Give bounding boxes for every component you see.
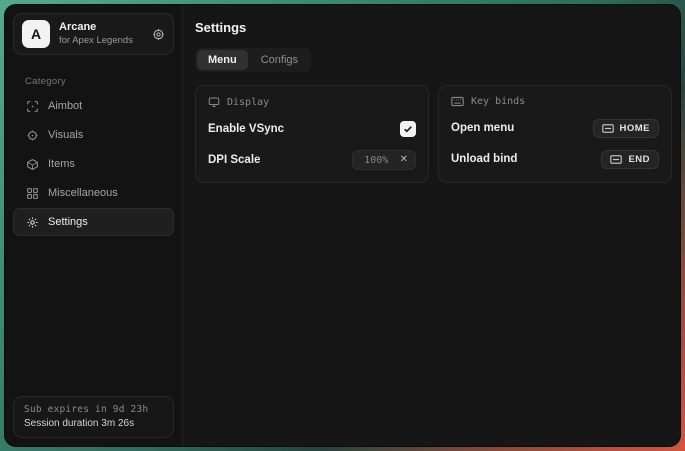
display-card-title: Display [227, 97, 269, 108]
gear-icon [26, 216, 39, 229]
sidebar-item-aimbot[interactable]: Aimbot [13, 92, 174, 120]
vsync-checkbox[interactable] [400, 121, 416, 137]
sidebar-item-label: Miscellaneous [48, 187, 118, 199]
setting-label: Open menu [451, 122, 514, 134]
brand-card: A Arcane for Apex Legends [13, 13, 174, 55]
setting-row-dpi: DPI Scale 100% ✕ [208, 150, 416, 170]
unload-keybind[interactable]: END [601, 150, 659, 169]
sidebar-item-visuals[interactable]: Visuals [13, 121, 174, 149]
sub-expiry-text: Sub expires in 9d 23h [24, 404, 163, 415]
session-info-card: Sub expires in 9d 23h Session duration 3… [13, 396, 174, 438]
tab-menu[interactable]: Menu [197, 50, 248, 70]
checkmark-icon [403, 124, 413, 134]
crosshair-scan-icon [26, 100, 39, 113]
app-subtitle: for Apex Legends [59, 35, 143, 47]
keybinds-card: Key binds Open menu HOME [438, 85, 672, 183]
app-logo: A [22, 20, 50, 48]
keybind-value: HOME [620, 123, 651, 134]
setting-row-open-menu: Open menu HOME [451, 118, 659, 138]
app-window: A Arcane for Apex Legends Category [4, 4, 681, 447]
category-label: Category [25, 76, 182, 87]
setting-row-vsync: Enable VSync [208, 119, 416, 139]
brand-text: Arcane for Apex Legends [59, 21, 143, 47]
app-name: Arcane [59, 21, 143, 35]
keybinds-card-header: Key binds [451, 96, 659, 107]
sidebar-item-label: Aimbot [48, 100, 82, 112]
keyboard-icon [451, 96, 464, 107]
settings-cards: Display Enable VSync DPI Scale 100% ✕ [195, 85, 672, 183]
keyboard-icon [602, 124, 614, 133]
setting-label: Unload bind [451, 153, 517, 165]
sidebar-item-label: Items [48, 158, 75, 170]
focus-eye-icon [26, 129, 39, 142]
emblem-icon[interactable] [152, 28, 165, 41]
setting-label: Enable VSync [208, 123, 284, 135]
sidebar-item-label: Settings [48, 216, 88, 228]
display-card: Display Enable VSync DPI Scale 100% ✕ [195, 85, 429, 183]
sidebar-item-items[interactable]: Items [13, 150, 174, 178]
main-panel: Settings Menu Configs Display [183, 5, 681, 446]
cube-icon [26, 158, 39, 171]
sidebar-item-miscellaneous[interactable]: Miscellaneous [13, 179, 174, 207]
monitor-icon [208, 96, 220, 108]
clear-icon[interactable]: ✕ [400, 155, 408, 165]
tab-configs[interactable]: Configs [250, 50, 309, 70]
grid-icon [26, 187, 39, 200]
sidebar-spacer [5, 236, 182, 388]
keybind-value: END [628, 154, 650, 165]
tab-bar: Menu Configs [195, 48, 311, 72]
session-duration-text: Session duration 3m 26s [24, 418, 163, 429]
display-card-header: Display [208, 96, 416, 108]
sidebar-nav: Aimbot Visuals [5, 92, 182, 236]
open-menu-keybind[interactable]: HOME [593, 119, 660, 138]
setting-label: DPI Scale [208, 154, 260, 166]
setting-row-unload-bind: Unload bind END [451, 149, 659, 169]
sidebar-item-settings[interactable]: Settings [13, 208, 174, 236]
keybinds-card-title: Key binds [471, 96, 525, 107]
keyboard-icon [610, 155, 622, 164]
sidebar-item-label: Visuals [48, 129, 83, 141]
dpi-scale-value: 100% [360, 155, 393, 166]
dpi-scale-input[interactable]: 100% ✕ [352, 150, 416, 170]
sidebar: A Arcane for Apex Legends Category [5, 5, 183, 446]
page-title: Settings [195, 20, 672, 35]
